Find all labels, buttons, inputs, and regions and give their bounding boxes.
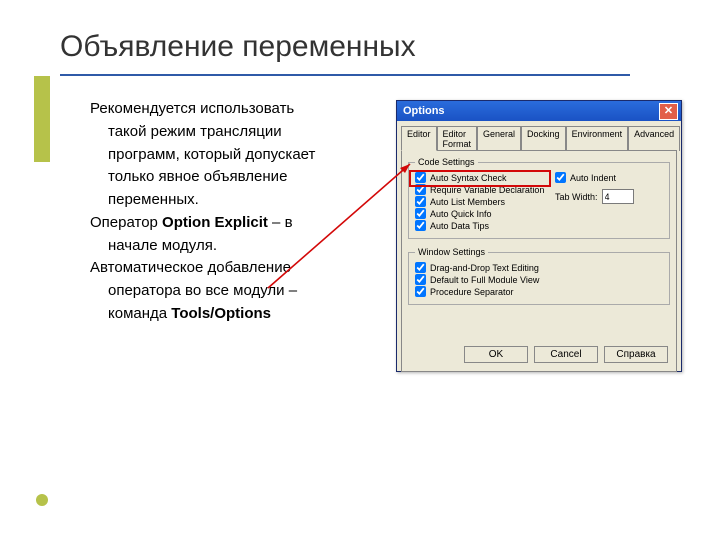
opt-auto-quick-info[interactable]: Auto Quick Info bbox=[415, 208, 555, 219]
checkbox-drag-drop[interactable] bbox=[415, 262, 426, 273]
accent-bar bbox=[34, 76, 50, 162]
checkbox-auto-data[interactable] bbox=[415, 220, 426, 231]
opt-label: Auto List Members bbox=[430, 197, 505, 207]
opt-label: Auto Data Tips bbox=[430, 221, 489, 231]
opt-label: Require Variable Declaration bbox=[430, 185, 544, 195]
code-settings-group: Code Settings Auto Syntax Check Require … bbox=[408, 157, 670, 239]
window-settings-legend: Window Settings bbox=[415, 247, 488, 257]
body-line: команда bbox=[108, 305, 171, 322]
tab-docking[interactable]: Docking bbox=[521, 126, 566, 151]
dialog-title: Options bbox=[403, 105, 445, 117]
options-dialog: Options ✕ Editor Editor Format General D… bbox=[396, 100, 682, 372]
option-explicit-bold: Option Explicit bbox=[162, 214, 268, 231]
tab-width-input[interactable] bbox=[602, 189, 634, 204]
tab-width-row: Tab Width: bbox=[555, 189, 663, 204]
checkbox-auto-indent[interactable] bbox=[555, 172, 566, 183]
checkbox-auto-quick[interactable] bbox=[415, 208, 426, 219]
tab-strip: Editor Editor Format General Docking Env… bbox=[397, 121, 681, 150]
code-settings-legend: Code Settings bbox=[415, 157, 478, 167]
body-line: такой режим трансляции bbox=[108, 123, 282, 140]
footer-bullet bbox=[36, 494, 48, 506]
cancel-button[interactable]: Cancel bbox=[534, 346, 598, 363]
body-line: – в bbox=[268, 214, 293, 231]
opt-require-variable-declaration[interactable]: Require Variable Declaration bbox=[415, 184, 555, 195]
opt-label: Default to Full Module View bbox=[430, 275, 539, 285]
ok-button[interactable]: OK bbox=[464, 346, 528, 363]
opt-label: Procedure Separator bbox=[430, 287, 514, 297]
body-line: Рекомендуется использовать bbox=[90, 100, 294, 117]
opt-auto-indent[interactable]: Auto Indent bbox=[555, 172, 663, 183]
opt-label: Auto Indent bbox=[570, 173, 616, 183]
body-line: оператора во все модули – bbox=[108, 282, 297, 299]
tab-editor[interactable]: Editor bbox=[401, 126, 437, 151]
close-icon: ✕ bbox=[664, 106, 673, 117]
opt-full-module[interactable]: Default to Full Module View bbox=[415, 274, 663, 285]
checkbox-proc-sep[interactable] bbox=[415, 286, 426, 297]
opt-drag-drop[interactable]: Drag-and-Drop Text Editing bbox=[415, 262, 663, 273]
checkbox-full-module[interactable] bbox=[415, 274, 426, 285]
opt-label: Auto Syntax Check bbox=[430, 173, 507, 183]
help-button[interactable]: Справка bbox=[604, 346, 668, 363]
checkbox-require-variable[interactable] bbox=[415, 184, 426, 195]
tab-general[interactable]: General bbox=[477, 126, 521, 151]
tab-editor-format[interactable]: Editor Format bbox=[437, 126, 478, 151]
opt-auto-data-tips[interactable]: Auto Data Tips bbox=[415, 220, 555, 231]
tab-environment[interactable]: Environment bbox=[566, 126, 629, 151]
body-line: Автоматическое добавление bbox=[90, 259, 291, 276]
body-line: программ, который допускает bbox=[108, 146, 315, 163]
opt-auto-syntax-check[interactable]: Auto Syntax Check bbox=[415, 172, 555, 183]
body-line: начале модуля. bbox=[108, 237, 217, 254]
checkbox-auto-syntax[interactable] bbox=[415, 172, 426, 183]
opt-label: Drag-and-Drop Text Editing bbox=[430, 263, 539, 273]
checkbox-auto-list[interactable] bbox=[415, 196, 426, 207]
window-settings-group: Window Settings Drag-and-Drop Text Editi… bbox=[408, 247, 670, 305]
tools-options-bold: Tools/Options bbox=[171, 305, 271, 322]
opt-label: Auto Quick Info bbox=[430, 209, 492, 219]
body-text: Рекомендуется использовать такой режим т… bbox=[90, 100, 380, 328]
dialog-button-bar: OK Cancel Справка bbox=[464, 346, 668, 363]
title-underline bbox=[60, 74, 630, 76]
body-line: Оператор bbox=[90, 214, 162, 231]
opt-auto-list-members[interactable]: Auto List Members bbox=[415, 196, 555, 207]
tab-panel: Code Settings Auto Syntax Check Require … bbox=[401, 150, 677, 372]
dialog-titlebar: Options ✕ bbox=[397, 101, 681, 121]
opt-procedure-separator[interactable]: Procedure Separator bbox=[415, 286, 663, 297]
body-line: переменных. bbox=[108, 191, 199, 208]
body-line: только явное объявление bbox=[108, 168, 287, 185]
tab-width-label: Tab Width: bbox=[555, 192, 598, 202]
close-button[interactable]: ✕ bbox=[659, 103, 678, 120]
page-title: Объявление переменных bbox=[60, 30, 416, 64]
tab-advanced[interactable]: Advanced bbox=[628, 126, 680, 151]
